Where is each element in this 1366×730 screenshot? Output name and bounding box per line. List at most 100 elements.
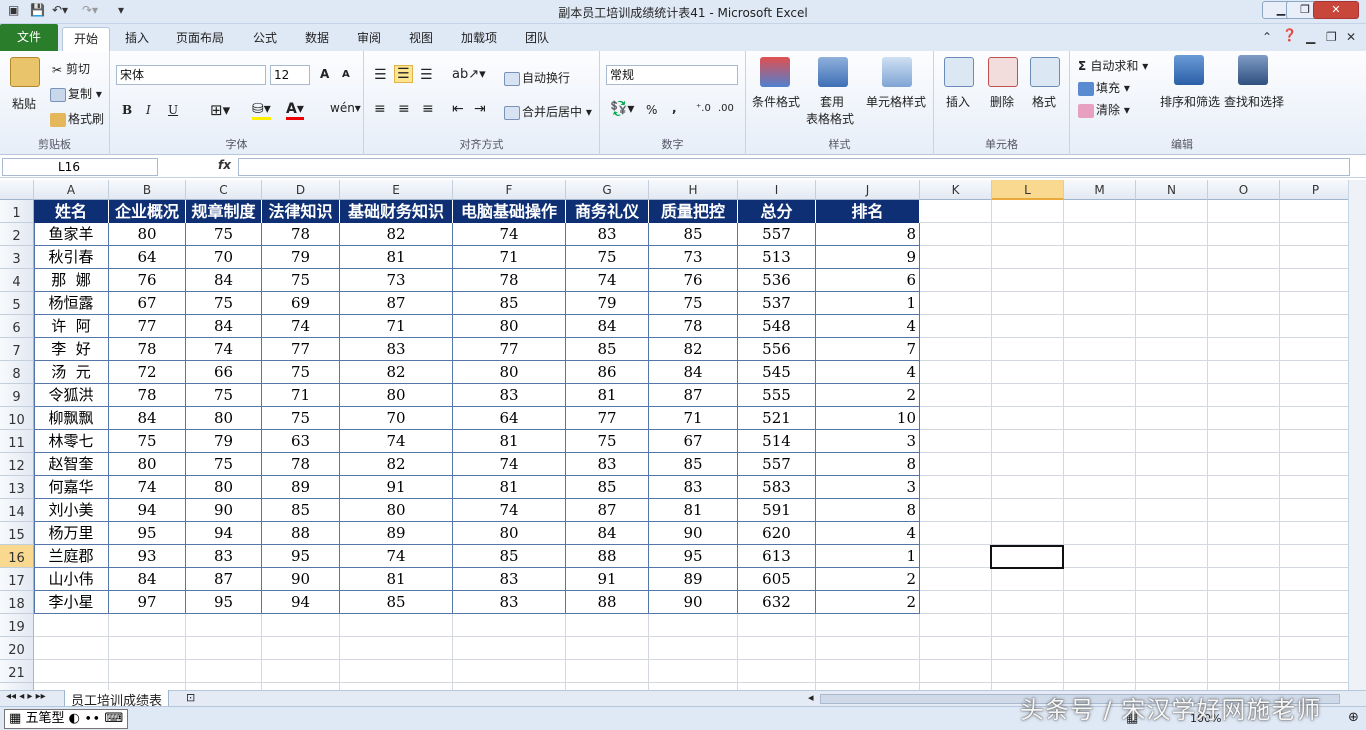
- score-cell[interactable]: 74: [566, 269, 649, 292]
- cell-styles-icon[interactable]: [882, 57, 912, 87]
- grid-cell[interactable]: [1064, 683, 1136, 690]
- grid-cell[interactable]: [992, 269, 1064, 292]
- grid-cell[interactable]: [1280, 361, 1348, 384]
- grid-cell[interactable]: [566, 683, 649, 690]
- score-cell[interactable]: 74: [453, 223, 566, 246]
- rank-cell[interactable]: 2: [816, 384, 920, 407]
- score-cell[interactable]: 93: [109, 545, 186, 568]
- name-cell[interactable]: 杨万里: [34, 522, 109, 545]
- workbook-minimize-icon[interactable]: ▁: [1306, 30, 1315, 48]
- grid-cell[interactable]: [34, 683, 109, 690]
- grid-cell[interactable]: [1136, 338, 1208, 361]
- grid-cell[interactable]: [992, 637, 1064, 660]
- score-cell[interactable]: 80: [109, 453, 186, 476]
- score-cell[interactable]: 77: [566, 407, 649, 430]
- score-cell[interactable]: 91: [340, 476, 453, 499]
- column-header-g[interactable]: G: [566, 180, 649, 200]
- score-cell[interactable]: 83: [453, 568, 566, 591]
- grid-cell[interactable]: [1064, 269, 1136, 292]
- decrease-decimal-icon[interactable]: .00: [718, 103, 734, 114]
- ime-toolbar[interactable]: ▦ 五笔型 ◐ ∙∙ ⌨: [4, 709, 129, 729]
- score-cell[interactable]: 76: [649, 269, 738, 292]
- column-header-m[interactable]: M: [1064, 180, 1136, 200]
- score-cell[interactable]: 83: [453, 591, 566, 614]
- sort-filter-icon[interactable]: [1174, 55, 1204, 85]
- score-cell[interactable]: 80: [453, 361, 566, 384]
- grid-cell[interactable]: [920, 683, 992, 690]
- align-center-icon[interactable]: ≡: [398, 101, 410, 117]
- score-cell[interactable]: 82: [649, 338, 738, 361]
- score-cell[interactable]: 64: [109, 246, 186, 269]
- grid-cell[interactable]: [1136, 568, 1208, 591]
- score-cell[interactable]: 74: [340, 545, 453, 568]
- score-cell[interactable]: 536: [738, 269, 816, 292]
- grid-cell[interactable]: [1208, 568, 1280, 591]
- row-header-11[interactable]: 11: [0, 430, 34, 453]
- grid-cell[interactable]: [1064, 407, 1136, 430]
- grid-cell[interactable]: [1064, 614, 1136, 637]
- name-cell[interactable]: 令狐洪: [34, 384, 109, 407]
- grid-cell[interactable]: [1064, 246, 1136, 269]
- score-cell[interactable]: 71: [262, 384, 340, 407]
- score-cell[interactable]: 97: [109, 591, 186, 614]
- grid-cell[interactable]: [262, 637, 340, 660]
- active-cell-selection[interactable]: [990, 545, 1064, 569]
- clear-button[interactable]: 清除 ▾: [1078, 101, 1130, 118]
- score-cell[interactable]: 73: [649, 246, 738, 269]
- grid-cell[interactable]: [920, 637, 992, 660]
- score-cell[interactable]: 80: [453, 315, 566, 338]
- phonetic-icon[interactable]: wén▾: [330, 101, 361, 115]
- grid-cell[interactable]: [1064, 292, 1136, 315]
- grid-cell[interactable]: [1136, 361, 1208, 384]
- grid-cell[interactable]: [920, 614, 992, 637]
- score-cell[interactable]: 85: [340, 591, 453, 614]
- increase-indent-icon[interactable]: ⇥: [474, 101, 486, 117]
- tab-file[interactable]: 文件: [0, 24, 58, 51]
- score-cell[interactable]: 76: [109, 269, 186, 292]
- score-cell[interactable]: 78: [109, 338, 186, 361]
- grid-cell[interactable]: [1280, 499, 1348, 522]
- grid-cell[interactable]: [738, 637, 816, 660]
- grid-cell[interactable]: [1064, 338, 1136, 361]
- ribbon-collapse-icon[interactable]: ⌃: [1262, 30, 1272, 48]
- fill-button[interactable]: 填充 ▾: [1078, 79, 1130, 96]
- score-cell[interactable]: 81: [453, 476, 566, 499]
- grid-cell[interactable]: [1208, 522, 1280, 545]
- grid-cell[interactable]: [816, 614, 920, 637]
- insert-cells-icon[interactable]: [944, 57, 974, 87]
- score-cell[interactable]: 90: [262, 568, 340, 591]
- score-cell[interactable]: 89: [649, 568, 738, 591]
- grid-cell[interactable]: [109, 660, 186, 683]
- score-cell[interactable]: 583: [738, 476, 816, 499]
- score-cell[interactable]: 94: [186, 522, 262, 545]
- grid-cell[interactable]: [1136, 246, 1208, 269]
- grid-cell[interactable]: [1064, 453, 1136, 476]
- score-cell[interactable]: 85: [453, 292, 566, 315]
- score-cell[interactable]: 537: [738, 292, 816, 315]
- rank-cell[interactable]: 6: [816, 269, 920, 292]
- grid-cell[interactable]: [1208, 614, 1280, 637]
- score-cell[interactable]: 87: [649, 384, 738, 407]
- row-header-3[interactable]: 3: [0, 246, 34, 269]
- table-header-cell[interactable]: 规章制度: [186, 200, 262, 223]
- wrap-text-button[interactable]: 自动换行: [504, 69, 570, 86]
- format-cells-icon[interactable]: [1030, 57, 1060, 87]
- tab-insert[interactable]: 插入: [116, 27, 158, 51]
- insert-cells-button[interactable]: 插入: [946, 93, 970, 110]
- rank-cell[interactable]: 4: [816, 361, 920, 384]
- score-cell[interactable]: 84: [186, 315, 262, 338]
- bold-button[interactable]: B: [122, 103, 132, 117]
- score-cell[interactable]: 84: [566, 315, 649, 338]
- table-header-cell[interactable]: 电脑基础操作: [453, 200, 566, 223]
- grid-cell[interactable]: [920, 591, 992, 614]
- grid-cell[interactable]: [566, 660, 649, 683]
- cell-styles-button[interactable]: 单元格样式: [866, 93, 926, 110]
- tab-view[interactable]: 视图: [400, 27, 442, 51]
- score-cell[interactable]: 95: [186, 591, 262, 614]
- column-header-k[interactable]: K: [920, 180, 992, 200]
- row-header-22[interactable]: 22: [0, 683, 34, 690]
- table-header-cell[interactable]: 企业概况: [109, 200, 186, 223]
- score-cell[interactable]: 74: [186, 338, 262, 361]
- score-cell[interactable]: 75: [109, 430, 186, 453]
- grid-cell[interactable]: [186, 614, 262, 637]
